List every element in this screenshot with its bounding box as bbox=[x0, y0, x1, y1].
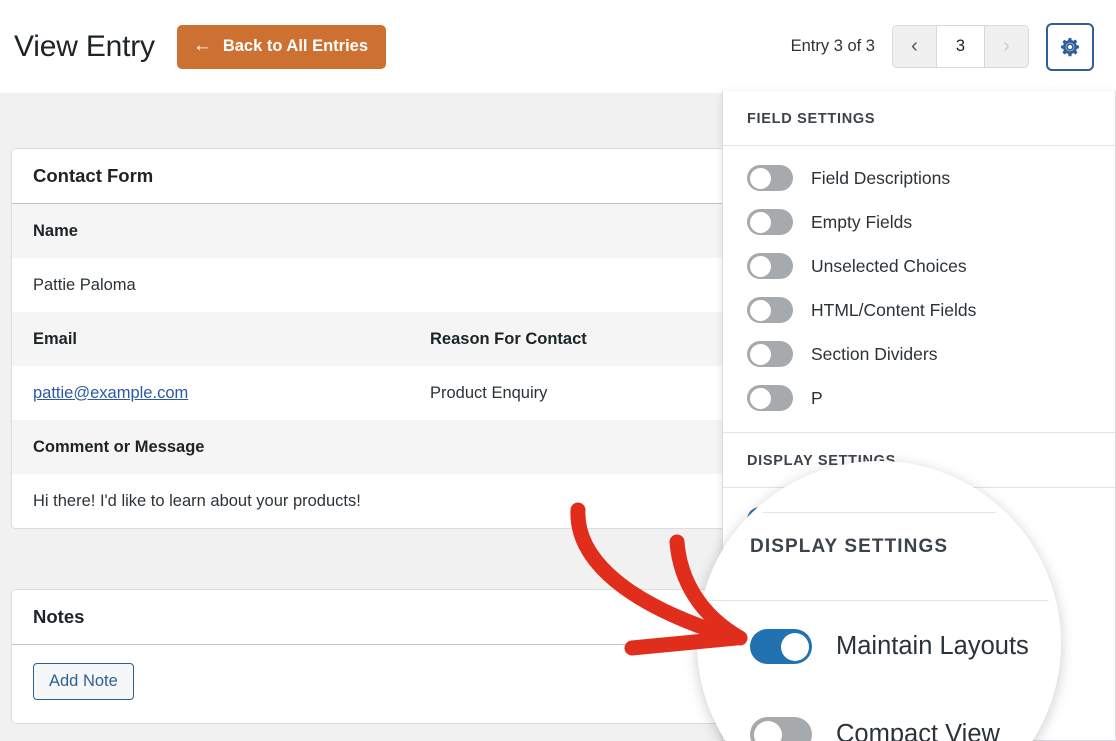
next-entry-button[interactable]: › bbox=[985, 26, 1028, 67]
header-right-controls: Entry 3 of 3 ‹ 3 › bbox=[790, 22, 1094, 71]
magnifier-content: DISPLAY SETTINGS Maintain Layouts Compac… bbox=[704, 468, 1054, 741]
chevron-right-icon: › bbox=[1003, 35, 1010, 57]
toggle-switch-off-icon[interactable] bbox=[747, 165, 793, 191]
gear-icon bbox=[1061, 37, 1079, 56]
arrow-left-icon: ← bbox=[192, 35, 212, 56]
add-note-button[interactable]: Add Note bbox=[33, 663, 134, 700]
magnifier-zoom-circle: DISPLAY SETTINGS Maintain Layouts Compac… bbox=[697, 461, 1061, 741]
toggle-switch-off-icon[interactable] bbox=[747, 209, 793, 235]
field-value-email-cell: pattie@example.com bbox=[33, 384, 430, 403]
toggle-label: Unselected Choices bbox=[811, 255, 967, 276]
toggle-label: Section Dividers bbox=[811, 343, 938, 364]
magnifier-divider bbox=[704, 512, 1054, 513]
back-to-all-entries-button[interactable]: ← Back to All Entries bbox=[176, 24, 387, 69]
toggle-switch-off-icon[interactable] bbox=[747, 297, 793, 323]
field-value-name: Pattie Paloma bbox=[33, 275, 136, 294]
magnified-toggle-row-compact-view[interactable]: Compact View bbox=[750, 717, 1000, 741]
toggle-switch-off-icon[interactable] bbox=[747, 253, 793, 279]
toggle-switch-on-icon[interactable] bbox=[750, 629, 812, 664]
chevron-left-icon: ‹ bbox=[911, 35, 918, 57]
entry-count-label: Entry 3 of 3 bbox=[790, 37, 875, 55]
toggle-row-section-dividers[interactable]: Section Dividers bbox=[723, 332, 1115, 376]
toggle-switch-off-icon[interactable] bbox=[747, 341, 793, 367]
magnified-display-settings-heading: DISPLAY SETTINGS bbox=[750, 536, 949, 557]
toggle-label: Maintain Layouts bbox=[836, 632, 1029, 660]
toggle-switch-off-icon[interactable] bbox=[750, 717, 812, 741]
page-title: View Entry bbox=[14, 29, 155, 63]
field-label-email: Email bbox=[33, 329, 78, 348]
field-label-name: Name bbox=[33, 221, 78, 240]
settings-gear-button[interactable] bbox=[1046, 22, 1094, 71]
toggle-row-empty-fields[interactable]: Empty Fields bbox=[723, 200, 1115, 244]
field-settings-heading: FIELD SETTINGS bbox=[723, 91, 1115, 146]
back-to-all-entries-label: Back to All Entries bbox=[222, 37, 369, 55]
toggle-label: Empty Fields bbox=[811, 211, 913, 232]
toggle-label: HTML/Content Fields bbox=[811, 299, 977, 320]
entry-pager: ‹ 3 › bbox=[892, 25, 1029, 68]
current-page-input[interactable]: 3 bbox=[936, 26, 985, 67]
toggle-switch-off-icon[interactable] bbox=[747, 385, 793, 411]
toggle-row-obscured[interactable]: P bbox=[723, 376, 1115, 420]
toggle-row-html-content-fields[interactable]: HTML/Content Fields bbox=[723, 288, 1115, 332]
toggle-label: Field Descriptions bbox=[811, 167, 951, 188]
field-label-comment: Comment or Message bbox=[33, 437, 205, 456]
toggle-label: Compact View bbox=[836, 720, 1000, 741]
toggle-label: P bbox=[811, 387, 823, 408]
page-header: View Entry ← Back to All Entries Entry 3… bbox=[0, 0, 1116, 93]
toggle-row-field-descriptions[interactable]: Field Descriptions bbox=[723, 156, 1115, 200]
field-settings-list: Field Descriptions Empty Fields Unselect… bbox=[723, 146, 1115, 426]
email-link[interactable]: pattie@example.com bbox=[33, 384, 188, 402]
magnified-toggle-row-maintain-layouts[interactable]: Maintain Layouts bbox=[750, 629, 1029, 664]
prev-entry-button[interactable]: ‹ bbox=[893, 26, 936, 67]
toggle-row-unselected-choices[interactable]: Unselected Choices bbox=[723, 244, 1115, 288]
magnifier-divider bbox=[704, 600, 1054, 601]
